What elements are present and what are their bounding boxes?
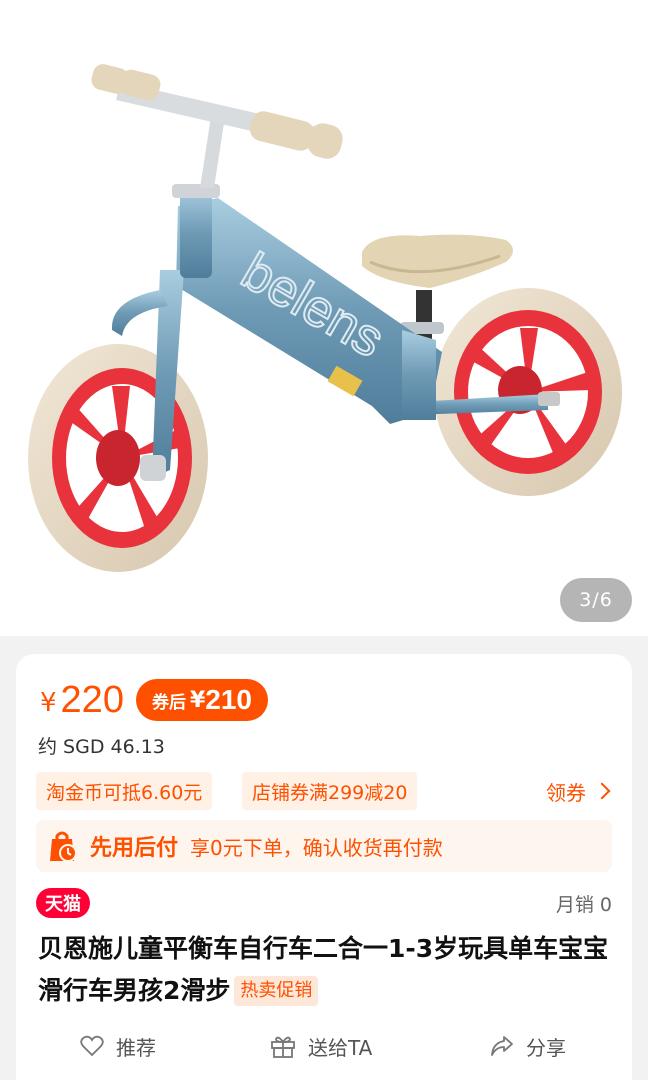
coupon-price-currency: ¥ [189, 687, 206, 713]
share-icon [491, 1036, 513, 1056]
coupon-price-value: 210 [205, 684, 252, 715]
share-label: 分享 [526, 1035, 566, 1060]
monthly-sales: 月销 0 [555, 894, 612, 916]
gift-button[interactable]: 送给TA [270, 1026, 372, 1066]
pay-later-desc: 享0元下单，确认收货再付款 [190, 835, 443, 860]
price-row: ¥ 220 券后 ¥ 210 [40, 676, 268, 724]
price-currency: ¥ [40, 688, 57, 718]
action-bar: 推荐 送给TA 分享 [16, 1026, 632, 1066]
balance-bike-image: belens [28, 64, 622, 572]
pay-later-banner[interactable]: 先用后付 享0元下单，确认收货再付款 [36, 820, 612, 872]
product-title-text: 贝恩施儿童平衡车自行车二合一1-3岁玩具单车宝宝滑行车男孩2滑步 [38, 934, 609, 1005]
promo-row: 淘金币可抵6.60元 店铺券满299减20 领券 [36, 772, 612, 810]
get-coupon-button[interactable]: 领券 [546, 772, 611, 810]
recommend-button[interactable]: 推荐 [80, 1026, 156, 1066]
product-info-card: ¥ 220 券后 ¥ 210 约 SGD 46.13 淘金币可抵6.60元 店铺… [16, 654, 632, 1080]
coupon-price-badge: 券后 ¥ 210 [135, 679, 268, 721]
recommend-label: 推荐 [116, 1035, 156, 1060]
coupon-price-label: 券后 [151, 692, 186, 713]
store-coupon-tag[interactable]: 店铺券满299减20 [242, 772, 418, 810]
product-title[interactable]: 贝恩施儿童平衡车自行车二合一1-3岁玩具单车宝宝滑行车男孩2滑步 热卖促销 [38, 928, 618, 1012]
chevron-right-icon [593, 782, 611, 800]
heart-icon [80, 1035, 104, 1057]
tmall-badge: 天猫 [36, 888, 90, 918]
product-image-gallery[interactable]: belens 3/6 [0, 0, 648, 636]
get-coupon-label: 领券 [546, 780, 586, 805]
hot-sale-tag: 热卖促销 [234, 976, 319, 1006]
price-value: 220 [60, 678, 124, 721]
front-wheel [28, 344, 208, 572]
gift-label: 送给TA [308, 1035, 373, 1060]
rear-wheel [434, 288, 622, 496]
shopping-bag-icon [50, 831, 77, 862]
converted-price: 约 SGD 46.13 [38, 736, 165, 758]
share-button[interactable]: 分享 [490, 1026, 566, 1066]
gift-icon [271, 1036, 295, 1058]
pay-later-title: 先用后付 [90, 836, 179, 861]
image-counter: 3/6 [560, 578, 632, 622]
gold-coin-tag[interactable]: 淘金币可抵6.60元 [36, 772, 213, 810]
